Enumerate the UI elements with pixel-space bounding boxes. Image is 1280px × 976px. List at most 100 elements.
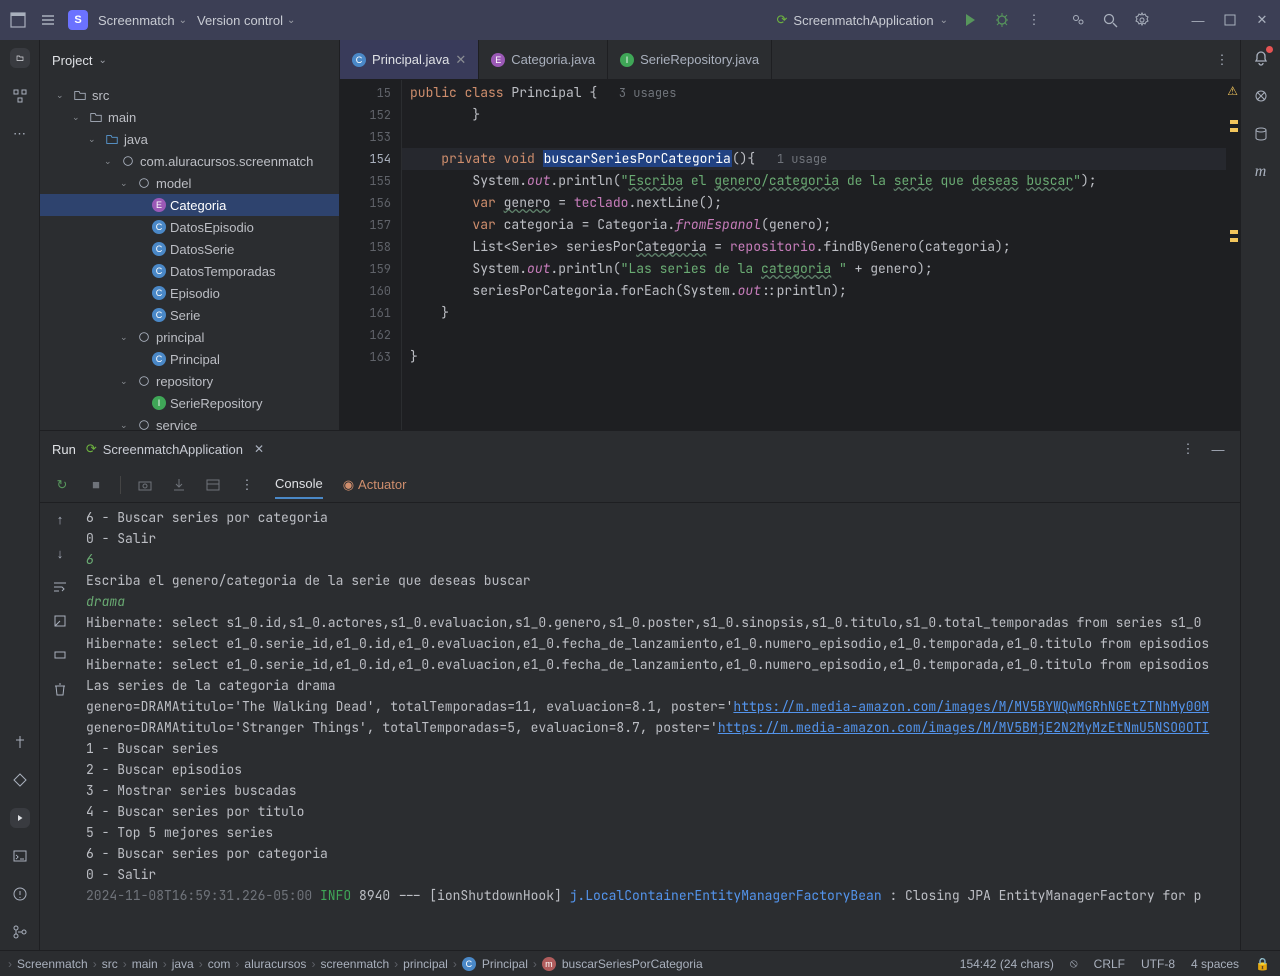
- run-icon[interactable]: [960, 10, 980, 30]
- project-tool-icon[interactable]: [10, 48, 30, 68]
- console-tab[interactable]: Console: [275, 470, 323, 499]
- editor-tab[interactable]: ECategoria.java: [479, 40, 608, 79]
- maven-icon[interactable]: m: [1251, 162, 1271, 182]
- bookmarks-tool-icon[interactable]: [10, 732, 30, 752]
- minimize-icon[interactable]: —: [1188, 10, 1208, 30]
- tabs-more-icon[interactable]: ⋮: [1212, 50, 1232, 70]
- camera-icon[interactable]: [135, 475, 155, 495]
- breadcrumb-item[interactable]: com: [208, 957, 231, 971]
- services-tool-icon[interactable]: [10, 770, 30, 790]
- editor-code[interactable]: public class Principal { 3 usages } priv…: [402, 80, 1226, 430]
- cursor-position[interactable]: 154:42 (24 chars): [960, 957, 1054, 971]
- lock-icon[interactable]: 🔒: [1255, 957, 1270, 971]
- debug-icon[interactable]: [992, 10, 1012, 30]
- project-name-menu[interactable]: Screenmatch⌄: [98, 13, 187, 28]
- marker[interactable]: [1230, 230, 1238, 234]
- tree-item[interactable]: ⌄service: [40, 414, 339, 430]
- code-with-me-icon[interactable]: [1068, 10, 1088, 30]
- close-icon[interactable]: ✕: [249, 439, 269, 459]
- vcs-tool-icon[interactable]: [10, 922, 30, 942]
- wrap-icon[interactable]: [50, 577, 70, 597]
- tree-item[interactable]: ECategoria: [40, 194, 339, 216]
- close-icon[interactable]: ✕: [1252, 10, 1272, 30]
- t: Principal: [511, 84, 589, 101]
- warning-icon[interactable]: ⚠: [1227, 84, 1238, 98]
- close-icon[interactable]: ✕: [455, 52, 466, 68]
- breadcrumb-item[interactable]: screenmatch: [320, 957, 389, 971]
- problems-tool-icon[interactable]: [10, 884, 30, 904]
- breadcrumbs[interactable]: ›Screenmatch›src›main›java›com›aluracurs…: [0, 957, 960, 971]
- more-icon[interactable]: ⋮: [1178, 439, 1198, 459]
- trash-icon[interactable]: [50, 679, 70, 699]
- breadcrumb-item[interactable]: java: [172, 957, 194, 971]
- tree-item[interactable]: ⌄repository: [40, 370, 339, 392]
- tree-item[interactable]: CPrincipal: [40, 348, 339, 370]
- t: [402, 126, 1226, 148]
- titlebar: S Screenmatch⌄ Version control⌄ ⟳ Screen…: [0, 0, 1280, 40]
- tree-item[interactable]: CSerie: [40, 304, 339, 326]
- console-output[interactable]: 6 - Buscar series por categoria0 - Salir…: [80, 503, 1240, 950]
- scroll-icon[interactable]: [50, 611, 70, 631]
- maximize-icon[interactable]: [1220, 10, 1240, 30]
- run-tool-icon[interactable]: [10, 808, 30, 828]
- marker[interactable]: [1230, 238, 1238, 242]
- database-icon[interactable]: [1251, 124, 1271, 144]
- settings-icon[interactable]: [1132, 10, 1152, 30]
- url-link[interactable]: https://m.media-amazon.com/images/M/MV5B…: [718, 719, 1209, 736]
- minimize-panel-icon[interactable]: —: [1208, 439, 1228, 459]
- breadcrumb-item[interactable]: aluracursos: [244, 957, 306, 971]
- breadcrumb-item[interactable]: principal: [403, 957, 448, 971]
- tree-item[interactable]: ⌄java: [40, 128, 339, 150]
- hamburger-icon[interactable]: [38, 10, 58, 30]
- url-link[interactable]: https://m.media-amazon.com/images/M/MV5B…: [733, 698, 1209, 715]
- breadcrumb-item[interactable]: main: [132, 957, 158, 971]
- marker[interactable]: [1230, 128, 1238, 132]
- breadcrumb-method[interactable]: mbuscarSeriesPorCategoria: [542, 957, 703, 971]
- up-icon[interactable]: ↑: [50, 509, 70, 529]
- tree-item[interactable]: CEpisodio: [40, 282, 339, 304]
- run-tab[interactable]: ⟳ ScreenmatchApplication ✕: [86, 439, 269, 459]
- rerun-icon[interactable]: ↻: [52, 475, 72, 495]
- project-panel-header[interactable]: Project ⌄: [40, 40, 339, 80]
- tree-item[interactable]: ⌄model: [40, 172, 339, 194]
- editor-tab[interactable]: ISerieRepository.java: [608, 40, 772, 79]
- breadcrumb-item[interactable]: src: [102, 957, 118, 971]
- stop-icon[interactable]: ■: [86, 475, 106, 495]
- tree-item[interactable]: ⌄principal: [40, 326, 339, 348]
- run-panel: Run ⟳ ScreenmatchApplication ✕ ⋮ — ↻ ■ ⋮: [40, 430, 1240, 950]
- run-config-selector[interactable]: ⟳ ScreenmatchApplication ⌄: [777, 12, 949, 28]
- terminal-tool-icon[interactable]: [10, 846, 30, 866]
- tree-item[interactable]: ISerieRepository: [40, 392, 339, 414]
- t: fromEspanol: [675, 216, 761, 233]
- tree-item[interactable]: CDatosEpisodio: [40, 216, 339, 238]
- tree-item[interactable]: CDatosTemporadas: [40, 260, 339, 282]
- editor-tab[interactable]: CPrincipal.java✕: [340, 40, 479, 79]
- print-icon[interactable]: [50, 645, 70, 665]
- more-icon[interactable]: ⋮: [1024, 10, 1044, 30]
- indent[interactable]: 4 spaces: [1191, 957, 1239, 971]
- readonly-icon[interactable]: ⦸: [1070, 956, 1078, 971]
- tree-item[interactable]: CDatosSerie: [40, 238, 339, 260]
- export-icon[interactable]: [169, 475, 189, 495]
- encoding[interactable]: UTF-8: [1141, 957, 1175, 971]
- tree-item[interactable]: ⌄main: [40, 106, 339, 128]
- project-tree[interactable]: ⌄src⌄main⌄java⌄com.aluracursos.screenmat…: [40, 80, 339, 430]
- tree-item[interactable]: ⌄src: [40, 84, 339, 106]
- more-icon[interactable]: ⋮: [237, 475, 257, 495]
- breadcrumb-item[interactable]: Screenmatch: [17, 957, 88, 971]
- more-tools-icon[interactable]: ⋯: [10, 124, 30, 144]
- line-separator[interactable]: CRLF: [1094, 957, 1125, 971]
- tree-item[interactable]: ⌄com.aluracursos.screenmatch: [40, 150, 339, 172]
- search-icon[interactable]: [1100, 10, 1120, 30]
- down-icon[interactable]: ↓: [50, 543, 70, 563]
- ai-icon[interactable]: [1251, 86, 1271, 106]
- actuator-tab[interactable]: ◉Actuator: [343, 470, 407, 499]
- app-menu-icon[interactable]: [8, 10, 28, 30]
- notifications-icon[interactable]: [1251, 48, 1271, 68]
- marker[interactable]: [1230, 120, 1238, 124]
- project-panel: Project ⌄ ⌄src⌄main⌄java⌄com.aluracursos…: [40, 40, 340, 430]
- structure-tool-icon[interactable]: [10, 86, 30, 106]
- breadcrumb-class[interactable]: CPrincipal: [462, 957, 528, 971]
- vcs-menu[interactable]: Version control⌄: [197, 13, 295, 28]
- layout-icon[interactable]: [203, 475, 223, 495]
